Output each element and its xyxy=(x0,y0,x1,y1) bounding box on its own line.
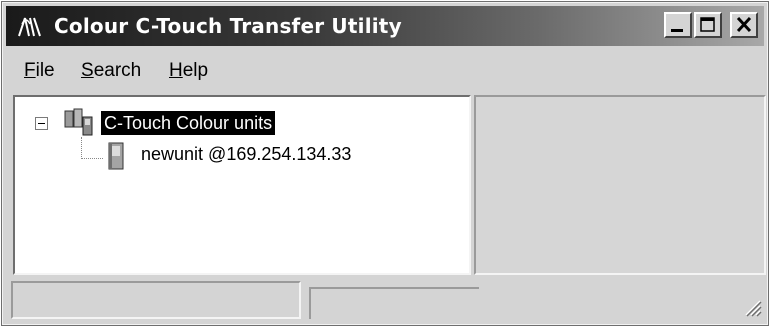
menu-search[interactable]: Search xyxy=(81,60,141,82)
tree-connector xyxy=(81,137,82,159)
tree-root-label[interactable]: C-Touch Colour units xyxy=(101,111,276,135)
title-bar[interactable]: Colour C-Touch Transfer Utility xyxy=(6,6,764,46)
resize-grip-icon[interactable] xyxy=(740,295,762,317)
close-icon xyxy=(736,16,752,33)
minimize-icon xyxy=(671,29,683,32)
status-bar xyxy=(11,281,766,321)
tree-connector xyxy=(81,158,103,159)
menu-help-label: elp xyxy=(182,60,209,81)
status-pane-main xyxy=(11,281,301,319)
details-panel xyxy=(474,95,766,275)
window-title: Colour C-Touch Transfer Utility xyxy=(54,14,402,38)
app-window: Colour C-Touch Transfer Utility File Sea… xyxy=(1,1,769,326)
unit-tree-view[interactable]: C-Touch Colour units newunit @169.254.13… xyxy=(13,95,471,275)
tree-item-label[interactable]: newunit @169.254.134.33 xyxy=(141,144,351,165)
menu-help[interactable]: Help xyxy=(169,60,208,82)
menu-file-accel: F xyxy=(24,60,36,81)
collapse-toggle[interactable] xyxy=(35,117,48,130)
menu-bar: File Search Help xyxy=(6,53,764,87)
menu-file-label: ile xyxy=(35,60,55,81)
minimize-button[interactable] xyxy=(664,12,692,38)
menu-file[interactable]: File xyxy=(24,60,55,82)
unit-icon xyxy=(108,142,124,170)
menu-help-accel: H xyxy=(169,60,183,81)
menu-search-label: earch xyxy=(93,60,142,81)
menu-search-accel: S xyxy=(81,60,94,81)
unit-group-icon xyxy=(64,108,93,136)
close-button[interactable] xyxy=(730,12,758,38)
maximize-icon xyxy=(700,17,715,32)
maximize-button[interactable] xyxy=(694,12,722,38)
status-pane-secondary xyxy=(309,287,479,319)
antenna-icon xyxy=(18,17,41,37)
